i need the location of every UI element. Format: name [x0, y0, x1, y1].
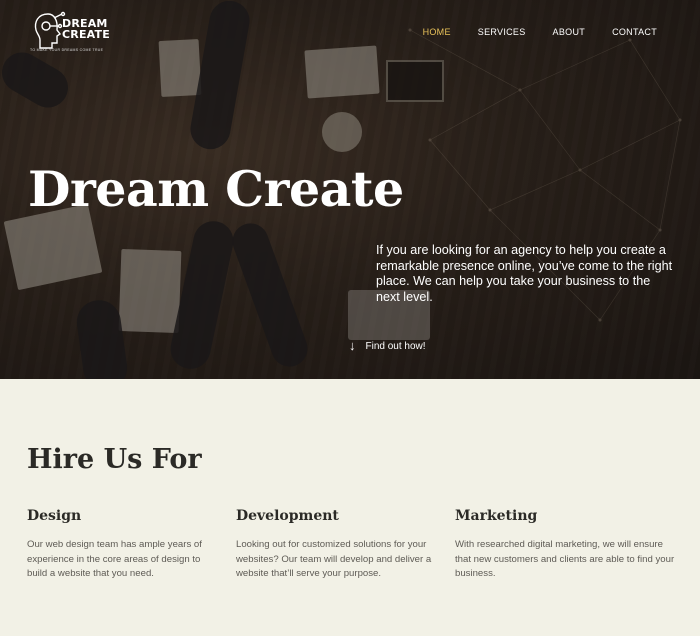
cta-label: Find out how! — [365, 340, 426, 352]
brand-wordmark[interactable]: DREAM CREATE — [62, 18, 110, 40]
nav-item-services[interactable]: SERVICES — [478, 27, 526, 37]
nav-item-contact[interactable]: CONTACT — [612, 27, 657, 37]
service-card-design: Design Our web design team has ample yea… — [27, 508, 217, 582]
section-title: Hire Us For — [27, 444, 202, 475]
service-description: With researched digital marketing, we wi… — [455, 539, 675, 580]
main-nav: HOME SERVICES ABOUT CONTACT — [423, 27, 657, 37]
service-title: Development — [236, 508, 339, 524]
brand-wordmark-line2: CREATE — [62, 28, 110, 41]
nav-item-about[interactable]: ABOUT — [553, 27, 586, 37]
hero-title: Dream Create — [28, 160, 404, 218]
service-title: Marketing — [455, 508, 538, 524]
service-title: Design — [27, 508, 82, 524]
arrow-down-icon: ↓ — [349, 338, 356, 353]
find-out-how-link[interactable]: ↓ Find out how! — [349, 338, 426, 353]
hero-section: DREAM CREATE TO MAKE YOUR DREAMS COME TR… — [0, 0, 700, 379]
brand-tagline: TO MAKE YOUR DREAMS COME TRUE — [30, 48, 104, 52]
service-card-development: Development Looking out for customized s… — [236, 508, 441, 582]
nav-item-home[interactable]: HOME — [423, 27, 451, 37]
service-description: Our web design team has ample years of e… — [27, 539, 202, 580]
service-description: Looking out for customized solutions for… — [236, 539, 432, 580]
hero-description: If you are looking for an agency to help… — [376, 243, 673, 304]
service-card-marketing: Marketing With researched digital market… — [455, 508, 675, 582]
